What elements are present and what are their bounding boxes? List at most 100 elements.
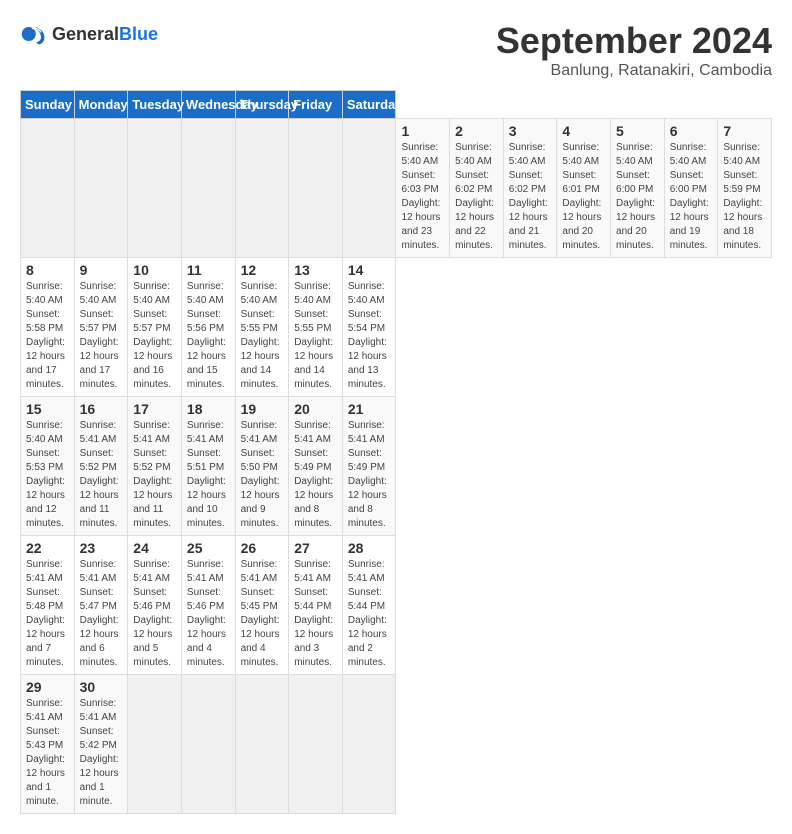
day-info: Sunrise: 5:40 AM Sunset: 5:56 PM Dayligh…: [187, 280, 230, 392]
day-info: Sunrise: 5:40 AM Sunset: 6:00 PM Dayligh…: [670, 141, 713, 253]
calendar-cell: [128, 119, 182, 258]
day-info: Sunrise: 5:40 AM Sunset: 5:53 PM Dayligh…: [26, 419, 69, 531]
calendar-cell: 2Sunrise: 5:40 AM Sunset: 6:02 PM Daylig…: [450, 119, 504, 258]
day-info: Sunrise: 5:40 AM Sunset: 6:01 PM Dayligh…: [562, 141, 605, 253]
calendar-cell: 29 Sunrise: 5:41 AM Sunset: 5:43 PM Dayli…: [21, 675, 75, 814]
day-info: Sunrise: 5:41 AM Sunset: 5:45 PM Dayligh…: [241, 558, 284, 670]
day-number: 3: [509, 123, 552, 139]
logo-general: General: [52, 24, 119, 44]
calendar-cell: 17Sunrise: 5:41 AM Sunset: 5:52 PM Dayli…: [128, 397, 182, 536]
day-number: 11: [187, 262, 230, 278]
day-info: Sunrise: 5:40 AM Sunset: 5:54 PM Dayligh…: [348, 280, 391, 392]
month-title: September 2024: [496, 20, 772, 62]
day-info: Sunrise: 5:40 AM Sunset: 5:55 PM Dayligh…: [241, 280, 284, 392]
calendar-cell: 13 Sunrise: 5:40 AM Sunset: 5:55 PM Dayli…: [289, 258, 343, 397]
logo: GeneralBlue: [20, 20, 158, 48]
calendar-week-row: 1 Sunrise: 5:40 AM Sunset: 6:03 PM Daylig…: [21, 119, 772, 258]
calendar-week-row: 8 Sunrise: 5:40 AM Sunset: 5:58 PM Daylig…: [21, 258, 772, 397]
day-info: Sunrise: 5:40 AM Sunset: 6:00 PM Dayligh…: [616, 141, 659, 253]
calendar-cell: 20 Sunrise: 5:41 AM Sunset: 5:49 PM Dayli…: [289, 397, 343, 536]
day-number: 30: [80, 679, 123, 695]
day-number: 19: [241, 401, 284, 417]
calendar-cell: 22Sunrise: 5:41 AM Sunset: 5:48 PM Dayli…: [21, 536, 75, 675]
day-info: Sunrise: 5:41 AM Sunset: 5:44 PM Dayligh…: [294, 558, 337, 670]
logo-icon: [20, 20, 48, 48]
column-header-wednesday: Wednesday: [181, 91, 235, 119]
day-number: 7: [723, 123, 766, 139]
calendar-cell: [342, 119, 396, 258]
day-info: Sunrise: 5:41 AM Sunset: 5:51 PM Dayligh…: [187, 419, 230, 531]
day-number: 23: [80, 540, 123, 556]
day-info: Sunrise: 5:41 AM Sunset: 5:50 PM Dayligh…: [241, 419, 284, 531]
day-number: 14: [348, 262, 391, 278]
day-number: 5: [616, 123, 659, 139]
day-number: 12: [241, 262, 284, 278]
day-number: 26: [241, 540, 284, 556]
day-info: Sunrise: 5:41 AM Sunset: 5:49 PM Dayligh…: [348, 419, 391, 531]
calendar-cell: 28Sunrise: 5:41 AM Sunset: 5:44 PM Dayli…: [342, 536, 396, 675]
calendar-cell: 8 Sunrise: 5:40 AM Sunset: 5:58 PM Daylig…: [21, 258, 75, 397]
calendar-cell: [181, 119, 235, 258]
calendar-cell: 5 Sunrise: 5:40 AM Sunset: 6:00 PM Daylig…: [611, 119, 665, 258]
day-info: Sunrise: 5:40 AM Sunset: 5:57 PM Dayligh…: [133, 280, 176, 392]
day-info: Sunrise: 5:40 AM Sunset: 6:02 PM Dayligh…: [455, 141, 498, 253]
day-info: Sunrise: 5:41 AM Sunset: 5:47 PM Dayligh…: [80, 558, 123, 670]
column-header-tuesday: Tuesday: [128, 91, 182, 119]
day-info: Sunrise: 5:41 AM Sunset: 5:52 PM Dayligh…: [80, 419, 123, 531]
calendar-cell: 12 Sunrise: 5:40 AM Sunset: 5:55 PM Dayli…: [235, 258, 289, 397]
calendar-cell: 14 Sunrise: 5:40 AM Sunset: 5:54 PM Dayli…: [342, 258, 396, 397]
calendar-cell: 25Sunrise: 5:41 AM Sunset: 5:46 PM Dayli…: [181, 536, 235, 675]
calendar-header-row: SundayMondayTuesdayWednesdayThursdayFrid…: [21, 91, 772, 119]
calendar-cell: 6Sunrise: 5:40 AM Sunset: 6:00 PM Daylig…: [664, 119, 718, 258]
calendar-week-row: 22Sunrise: 5:41 AM Sunset: 5:48 PM Dayli…: [21, 536, 772, 675]
day-number: 28: [348, 540, 391, 556]
day-info: Sunrise: 5:40 AM Sunset: 5:58 PM Dayligh…: [26, 280, 69, 392]
calendar-cell: 15 Sunrise: 5:40 AM Sunset: 5:53 PM Dayli…: [21, 397, 75, 536]
day-number: 8: [26, 262, 69, 278]
day-info: Sunrise: 5:40 AM Sunset: 6:03 PM Dayligh…: [401, 141, 444, 253]
day-number: 15: [26, 401, 69, 417]
calendar-cell: 24 Sunrise: 5:41 AM Sunset: 5:46 PM Dayli…: [128, 536, 182, 675]
column-header-monday: Monday: [74, 91, 128, 119]
day-info: Sunrise: 5:40 AM Sunset: 5:57 PM Dayligh…: [80, 280, 123, 392]
calendar-cell: 18 Sunrise: 5:41 AM Sunset: 5:51 PM Dayli…: [181, 397, 235, 536]
day-number: 4: [562, 123, 605, 139]
column-header-saturday: Saturday: [342, 91, 396, 119]
calendar-cell: 1 Sunrise: 5:40 AM Sunset: 6:03 PM Daylig…: [396, 119, 450, 258]
location-title: Banlung, Ratanakiri, Cambodia: [496, 62, 772, 80]
logo-text: GeneralBlue: [52, 24, 158, 45]
calendar-cell: [21, 119, 75, 258]
calendar-cell: 3Sunrise: 5:40 AM Sunset: 6:02 PM Daylig…: [503, 119, 557, 258]
calendar-cell: 10 Sunrise: 5:40 AM Sunset: 5:57 PM Dayli…: [128, 258, 182, 397]
calendar-cell: 19 Sunrise: 5:41 AM Sunset: 5:50 PM Dayli…: [235, 397, 289, 536]
day-info: Sunrise: 5:41 AM Sunset: 5:48 PM Dayligh…: [26, 558, 69, 670]
day-number: 10: [133, 262, 176, 278]
day-info: Sunrise: 5:41 AM Sunset: 5:43 PM Dayligh…: [26, 697, 69, 809]
day-info: Sunrise: 5:41 AM Sunset: 5:49 PM Dayligh…: [294, 419, 337, 531]
day-number: 9: [80, 262, 123, 278]
day-number: 20: [294, 401, 337, 417]
day-number: 13: [294, 262, 337, 278]
column-header-thursday: Thursday: [235, 91, 289, 119]
calendar-cell: [74, 119, 128, 258]
day-info: Sunrise: 5:41 AM Sunset: 5:46 PM Dayligh…: [187, 558, 230, 670]
day-number: 29: [26, 679, 69, 695]
column-header-friday: Friday: [289, 91, 343, 119]
calendar-cell: 4 Sunrise: 5:40 AM Sunset: 6:01 PM Daylig…: [557, 119, 611, 258]
day-number: 27: [294, 540, 337, 556]
day-info: Sunrise: 5:40 AM Sunset: 5:55 PM Dayligh…: [294, 280, 337, 392]
calendar-cell: [289, 675, 343, 814]
calendar-cell: 16Sunrise: 5:41 AM Sunset: 5:52 PM Dayli…: [74, 397, 128, 536]
calendar-cell: 11 Sunrise: 5:40 AM Sunset: 5:56 PM Dayli…: [181, 258, 235, 397]
day-info: Sunrise: 5:41 AM Sunset: 5:46 PM Dayligh…: [133, 558, 176, 670]
calendar-cell: 21 Sunrise: 5:41 AM Sunset: 5:49 PM Dayli…: [342, 397, 396, 536]
calendar-cell: 27 Sunrise: 5:41 AM Sunset: 5:44 PM Dayli…: [289, 536, 343, 675]
day-info: Sunrise: 5:41 AM Sunset: 5:42 PM Dayligh…: [80, 697, 123, 809]
day-number: 24: [133, 540, 176, 556]
day-number: 1: [401, 123, 444, 139]
header: GeneralBlue September 2024 Banlung, Rata…: [20, 20, 772, 80]
day-number: 21: [348, 401, 391, 417]
calendar-cell: [181, 675, 235, 814]
calendar-week-row: 15 Sunrise: 5:40 AM Sunset: 5:53 PM Dayli…: [21, 397, 772, 536]
day-number: 18: [187, 401, 230, 417]
